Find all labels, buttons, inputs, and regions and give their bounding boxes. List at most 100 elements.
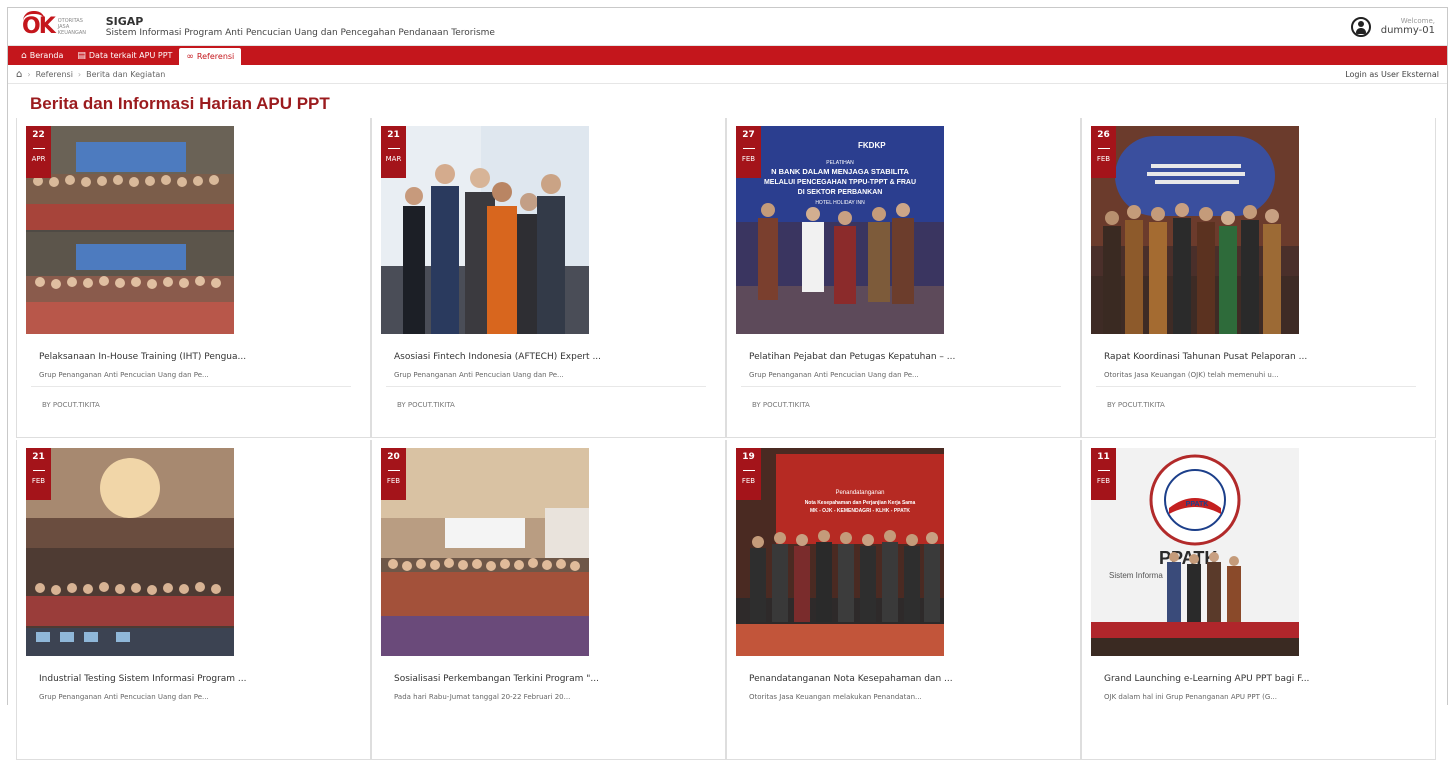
date-divider — [32, 470, 45, 471]
news-card[interactable]: 21 FEB Industrial Testing Sistem Informa… — [16, 440, 371, 760]
date-badge: 21 FEB — [26, 448, 51, 500]
logo-caption: Otoritas Jasa Keuangan — [57, 17, 87, 36]
news-photo[interactable] — [1091, 126, 1299, 334]
news-excerpt: Otoritas Jasa Keuangan (OJK) telah memen… — [1104, 371, 1279, 379]
date-month: APR — [31, 155, 46, 163]
date-day: 27 — [742, 130, 755, 140]
date-badge: 21 MAR — [381, 126, 406, 178]
news-author: BY POCUT.TIKITA — [752, 401, 810, 409]
card-divider — [386, 386, 706, 387]
date-divider — [742, 470, 755, 471]
news-title[interactable]: Asosiasi Fintech Indonesia (AFTECH) Expe… — [394, 352, 704, 362]
news-photo[interactable]: Penandatanganan Nota Kesepahaman dan Per… — [736, 448, 944, 656]
page-title: Berita dan Informasi Harian APU PPT — [30, 94, 330, 113]
date-badge: 26 FEB — [1091, 126, 1116, 178]
news-photo[interactable] — [381, 448, 589, 656]
app-title-block: SIGAP Sistem Informasi Program Anti Penc… — [106, 15, 495, 39]
date-month: FEB — [741, 477, 756, 485]
nav-item-label: Beranda — [29, 51, 64, 60]
card-divider — [31, 386, 351, 387]
news-author: BY POCUT.TIKITA — [1107, 401, 1165, 409]
news-card[interactable]: PPATK PPATK Sistem Informa 11 FEB Grand … — [1081, 440, 1436, 760]
date-month: FEB — [1096, 155, 1111, 163]
date-day: 22 — [32, 130, 45, 140]
nav-item-referensi[interactable]: ∞ Referensi — [179, 48, 242, 65]
username: dummy-01 — [1380, 25, 1435, 36]
home-icon[interactable]: ⌂ — [16, 69, 22, 80]
news-title[interactable]: Rapat Koordinasi Tahunan Pusat Pelaporan… — [1104, 352, 1414, 362]
news-title[interactable]: Industrial Testing Sistem Informasi Prog… — [39, 674, 349, 684]
card-divider — [1096, 386, 1416, 387]
news-title[interactable]: Penandatanganan Nota Kesepahaman dan ... — [749, 674, 1059, 684]
nav-item-label: Referensi — [196, 52, 235, 61]
news-title[interactable]: Grand Launching e-Learning APU PPT bagi … — [1104, 674, 1414, 684]
date-divider — [387, 148, 400, 149]
date-badge: 20 FEB — [381, 448, 406, 500]
news-title[interactable]: Sosialisasi Perkembangan Terkini Program… — [394, 674, 704, 684]
app-subtitle: Sistem Informasi Program Anti Pencucian … — [105, 27, 495, 38]
date-month: FEB — [386, 477, 401, 485]
user-info: Welcome, dummy-01 — [1381, 17, 1435, 36]
breadcrumb-item-referensi[interactable]: Referensi — [36, 70, 73, 79]
date-badge: 19 FEB — [736, 448, 761, 500]
date-month: FEB — [741, 155, 756, 163]
news-card[interactable]: FKDKP PELATIHAN N BANK DALAM MENJAGA STA… — [726, 118, 1081, 438]
date-month: FEB — [1096, 477, 1111, 485]
news-title[interactable]: Pelatihan Pejabat dan Petugas Kepatuhan … — [749, 352, 1059, 362]
news-photo[interactable]: FKDKP PELATIHAN N BANK DALAM MENJAGA STA… — [736, 126, 944, 334]
user-menu[interactable]: Welcome, dummy-01 — [1350, 16, 1435, 37]
main-navbar: ⌂ Beranda ▤ Data terkait APU PPT ∞ Refer… — [8, 46, 1447, 65]
banner-text: Nota Kesepahaman dan Perjanjian Kerja Sa… — [805, 500, 916, 506]
news-photo[interactable] — [381, 126, 589, 334]
nav-item-beranda[interactable]: ⌂ Beranda — [14, 46, 70, 65]
banner-text: HOTEL HOLIDAY INN — [815, 200, 865, 206]
news-excerpt: OJK dalam hal ini Grup Penanganan APU PP… — [1104, 693, 1277, 701]
banner-text: FKDKP — [858, 141, 886, 150]
seal-text: PPATK — [1186, 501, 1209, 508]
news-author: BY POCUT.TIKITA — [42, 401, 100, 409]
breadcrumb-separator: › — [27, 69, 31, 79]
nav-item-label: Data terkait APU PPT — [88, 51, 173, 60]
home-icon: ⌂ — [21, 50, 27, 61]
screen-text: Sistem Informa — [1109, 571, 1163, 580]
news-excerpt: Grup Penanganan Anti Pencucian Uang dan … — [394, 371, 564, 379]
date-divider — [1097, 148, 1110, 149]
news-photo[interactable] — [26, 448, 234, 656]
date-divider — [1097, 470, 1110, 471]
breadcrumb: ⌂ › Referensi › Berita dan Kegiatan Logi… — [8, 65, 1447, 84]
nav-item-data-apu-ppt[interactable]: ▤ Data terkait APU PPT — [70, 46, 179, 65]
news-excerpt: Grup Penanganan Anti Pencucian Uang dan … — [749, 371, 919, 379]
news-excerpt: Otoritas Jasa Keuangan melakukan Penanda… — [749, 693, 922, 701]
breadcrumb-separator: › — [77, 69, 82, 79]
date-badge: 22 APR — [26, 126, 51, 178]
logo-mark: OK — [22, 10, 56, 39]
news-card[interactable]: 26 FEB Rapat Koordinasi Tahunan Pusat Pe… — [1081, 118, 1436, 438]
banner-text: N BANK DALAM MENJAGA STABILITA — [771, 167, 909, 176]
user-circle-icon[interactable] — [1350, 16, 1371, 37]
banner-text: MK - OJK - KEMENDAGRI - KLHK - PPATK — [810, 508, 910, 514]
breadcrumb-item-current: Berita dan Kegiatan — [86, 69, 166, 79]
date-day: 26 — [1097, 130, 1110, 140]
date-day: 11 — [1097, 452, 1110, 462]
date-badge: 27 FEB — [736, 126, 761, 178]
date-day: 19 — [742, 452, 755, 462]
news-card[interactable]: 21 MAR Asosiasi Fintech Indonesia (AFTEC… — [371, 118, 726, 438]
top-header: OK Otoritas Jasa Keuangan SIGAP Sistem I… — [8, 8, 1447, 46]
news-photo[interactable] — [26, 126, 234, 334]
news-card[interactable]: 20 FEB Sosialisasi Perkembangan Terkini … — [371, 440, 726, 760]
login-external-link[interactable]: Login as User Eksternal — [1345, 70, 1439, 79]
ojk-logo[interactable]: OK Otoritas Jasa Keuangan — [22, 10, 92, 39]
banner-text: PELATIHAN — [826, 160, 854, 166]
news-photo[interactable]: PPATK PPATK Sistem Informa — [1091, 448, 1299, 656]
date-divider — [387, 470, 400, 471]
date-month: MAR — [385, 155, 402, 163]
app-title: SIGAP — [105, 14, 144, 28]
date-divider — [742, 148, 755, 149]
news-title[interactable]: Pelaksanaan In-House Training (IHT) Peng… — [39, 352, 349, 362]
date-month: FEB — [31, 477, 46, 485]
news-card[interactable]: Penandatanganan Nota Kesepahaman dan Per… — [726, 440, 1081, 760]
news-card[interactable]: 22 APR Pelaksanaan In-House Training (IH… — [16, 118, 371, 438]
banner-text: DI SEKTOR PERBANKAN — [798, 189, 883, 196]
news-excerpt: Grup Penanganan Anti Pencucian Uang dan … — [39, 371, 209, 379]
welcome-text: Welcome, — [1400, 17, 1435, 25]
